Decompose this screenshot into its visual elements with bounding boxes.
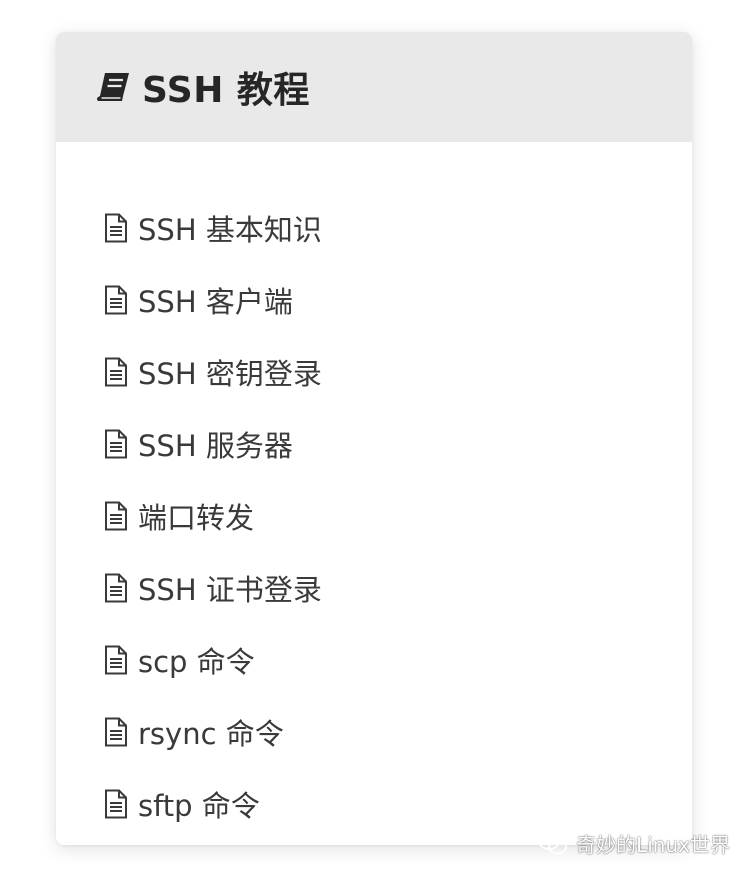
menu-item-label: SSH 客户端	[138, 285, 293, 319]
menu-item-port-forwarding[interactable]: 端口转发	[102, 480, 692, 552]
book-icon	[96, 69, 132, 105]
watermark: 奇妙的Linux世界	[538, 829, 730, 858]
wechat-icon	[538, 831, 568, 856]
document-icon	[102, 283, 130, 317]
document-icon	[102, 499, 130, 533]
document-icon	[102, 787, 130, 821]
menu-item-ssh-key-login[interactable]: SSH 密钥登录	[102, 336, 692, 408]
document-icon	[102, 715, 130, 749]
menu-item-ssh-basics[interactable]: SSH 基本知识	[102, 192, 692, 264]
document-icon	[102, 355, 130, 389]
menu-item-label: SSH 密钥登录	[138, 357, 322, 391]
menu-item-label: SSH 证书登录	[138, 573, 322, 607]
menu-item-label: SSH 基本知识	[138, 213, 322, 247]
menu-item-rsync-command[interactable]: rsync 命令	[102, 696, 692, 768]
menu-item-label: 端口转发	[138, 501, 255, 535]
menu-item-ssh-client[interactable]: SSH 客户端	[102, 264, 692, 336]
document-icon	[102, 643, 130, 677]
menu-item-label: SSH 服务器	[138, 429, 293, 463]
menu-item-label: rsync 命令	[138, 717, 284, 751]
page-title: SSH 教程	[142, 70, 310, 111]
card-header: SSH 教程	[56, 32, 692, 142]
watermark-text: 奇妙的Linux世界	[576, 833, 730, 857]
menu-item-ssh-cert-login[interactable]: SSH 证书登录	[102, 552, 692, 624]
menu-item-ssh-server[interactable]: SSH 服务器	[102, 408, 692, 480]
menu-item-scp-command[interactable]: scp 命令	[102, 624, 692, 696]
menu-item-label: scp 命令	[138, 645, 255, 679]
document-icon	[102, 427, 130, 461]
document-icon	[102, 571, 130, 605]
menu-item-label: sftp 命令	[138, 789, 260, 823]
tutorial-card: SSH 教程 SSH 基本知识 SSH 客户端 SSH 密钥登录 SSH 服务器	[56, 32, 692, 845]
document-icon	[102, 211, 130, 245]
tutorial-menu: SSH 基本知识 SSH 客户端 SSH 密钥登录 SSH 服务器 端口转发 S…	[102, 192, 692, 840]
